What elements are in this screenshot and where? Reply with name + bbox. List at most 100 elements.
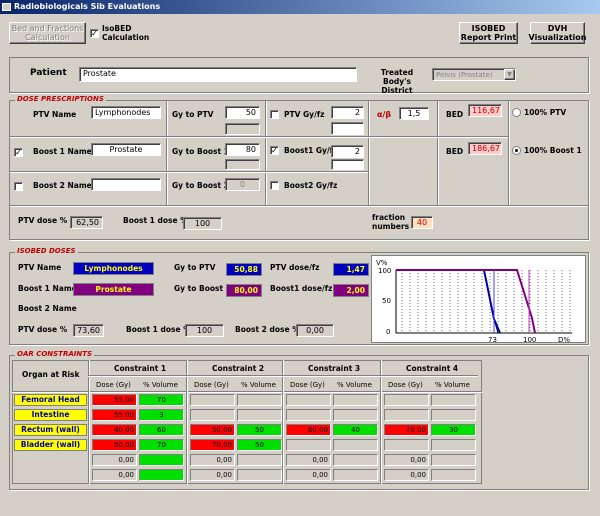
chevron-down-icon[interactable]: ▼ <box>504 69 515 80</box>
volume-cell[interactable] <box>333 439 378 451</box>
volume-cell[interactable] <box>237 469 282 481</box>
boost2-gyfz-checkbox[interactable] <box>270 181 279 190</box>
dose-cell[interactable] <box>384 439 429 451</box>
volume-cell[interactable] <box>431 454 476 466</box>
dose-cell[interactable]: 0,00 <box>92 469 137 481</box>
volume-cell[interactable]: 50 <box>237 439 282 451</box>
gy-to-boost1-label: Gy to Boost 1 <box>172 147 229 156</box>
volume-cell[interactable] <box>237 394 282 406</box>
dose-cell[interactable]: 55,00 <box>92 394 137 406</box>
volume-cell[interactable] <box>139 469 184 481</box>
isobed-report-button[interactable]: ISOBED Report Print <box>459 22 518 44</box>
boost1-name-label: Boost 1 Name <box>33 147 92 156</box>
boost2-gyfz-label: Boost2 Gy/fz <box>284 181 338 190</box>
gy-to-boost2-input[interactable]: 0 <box>225 178 260 191</box>
ptv-dose-pct-label: PTV dose % <box>18 216 68 225</box>
dose-cell[interactable] <box>384 394 429 406</box>
dose-cell[interactable]: 0,00 <box>92 454 137 466</box>
ptv-gyfz-checkbox[interactable] <box>270 110 279 119</box>
radio-100-ptv[interactable] <box>512 108 521 117</box>
dose-cell[interactable]: 60,00 <box>286 424 331 436</box>
dvh-ylabel: V% <box>376 259 388 267</box>
volume-cell[interactable] <box>333 409 378 421</box>
dose-cell[interactable]: 50,00 <box>190 424 235 436</box>
dvh-visualization-button[interactable]: DVH Visualization <box>529 22 586 44</box>
alpha-beta-input[interactable]: 1,5 <box>399 107 429 120</box>
organ-name[interactable]: Intestine <box>14 409 87 421</box>
volume-header: % Volume <box>337 381 372 389</box>
boost1-checkbox[interactable]: ✓ <box>14 148 23 157</box>
dose-cell[interactable] <box>384 409 429 421</box>
volume-header: % Volume <box>435 381 470 389</box>
iso-ptv-dosefz-value: 1,47 <box>333 263 369 276</box>
isobed-calc-checkbox[interactable]: ✓ <box>90 29 99 38</box>
bed-fractions-button[interactable]: Bed and Fractions Calculation <box>9 22 86 44</box>
volume-cell[interactable] <box>237 454 282 466</box>
iso-boost1-dosefz-label: Boost1 dose/fz <box>270 284 333 293</box>
gy-to-boost1-input[interactable]: 80 <box>225 143 260 156</box>
organ-name[interactable]: Rectum (wall) <box>14 424 87 436</box>
dose-cell[interactable]: 0,00 <box>286 469 331 481</box>
organ-name[interactable]: Femoral Head <box>14 394 87 406</box>
dose-cell[interactable]: 70,00 <box>190 439 235 451</box>
boost1-gyfz-input[interactable]: 2 <box>331 145 364 158</box>
volume-cell[interactable] <box>333 469 378 481</box>
organ-name[interactable]: Bladder (wall) <box>14 439 87 451</box>
volume-cell[interactable] <box>431 409 476 421</box>
dose-cell[interactable]: 0,00 <box>190 454 235 466</box>
dose-cell[interactable]: 50,00 <box>92 439 137 451</box>
volume-cell[interactable] <box>431 469 476 481</box>
ptv-gyfz-input[interactable]: 2 <box>331 106 364 119</box>
patient-input[interactable]: Prostate <box>79 67 357 82</box>
boost1-gyfz-extra[interactable] <box>331 159 364 170</box>
iso-boost2-name-label: Boost 2 Name <box>18 304 77 313</box>
ptv-gyfz-extra[interactable] <box>331 122 364 135</box>
volume-cell[interactable]: 70 <box>139 394 184 406</box>
dose-cell[interactable] <box>286 409 331 421</box>
dose-cell[interactable]: 0,00 <box>384 469 429 481</box>
dose-cell[interactable] <box>190 394 235 406</box>
dose-cell[interactable]: 0,00 <box>384 454 429 466</box>
radio-100-boost1[interactable] <box>512 146 521 155</box>
dose-cell[interactable]: 0,00 <box>190 469 235 481</box>
boost1-dose-pct-value: 100 <box>183 217 222 230</box>
dvh-xtick-100: 100 <box>523 336 536 342</box>
gy-to-ptv-input[interactable]: 50 <box>225 106 260 119</box>
dose-cell[interactable]: 0,00 <box>286 454 331 466</box>
iso-ptv-name-label: PTV Name <box>18 263 62 272</box>
ptv-name-label: PTV Name <box>33 110 77 119</box>
iso-ptv-name-value: Lymphonodes <box>73 262 154 275</box>
volume-cell[interactable]: 60 <box>139 424 184 436</box>
volume-cell[interactable] <box>333 454 378 466</box>
dose-cell[interactable] <box>286 394 331 406</box>
volume-cell[interactable]: 30 <box>431 424 476 436</box>
dvh-ytick-0: 0 <box>386 328 390 336</box>
bed-label: BED <box>446 110 464 119</box>
dose-cell[interactable]: 55,00 <box>92 409 137 421</box>
title-bar: Radiobiologicals Sib Evaluations <box>0 0 600 14</box>
dose-cell[interactable] <box>190 409 235 421</box>
volume-cell[interactable]: 3 <box>139 409 184 421</box>
ptv-gyfz-label: PTV Gy/fz <box>284 110 325 119</box>
dose-cell[interactable]: 40,00 <box>92 424 137 436</box>
ptv-name-input[interactable]: Lymphonodes <box>91 106 161 119</box>
volume-cell[interactable] <box>237 409 282 421</box>
volume-cell[interactable] <box>431 394 476 406</box>
boost2-name-input[interactable] <box>91 178 161 191</box>
volume-cell[interactable] <box>431 439 476 451</box>
volume-cell[interactable]: 50 <box>237 424 282 436</box>
volume-header: % Volume <box>241 381 276 389</box>
boost2-checkbox[interactable] <box>14 182 23 191</box>
dvh-ytick-50: 50 <box>382 297 391 305</box>
boost1-gyfz-checkbox[interactable]: ✓ <box>270 146 279 155</box>
dose-cell[interactable] <box>286 439 331 451</box>
boost1-name-input[interactable]: Prostate <box>91 143 161 156</box>
volume-cell[interactable]: 70 <box>139 439 184 451</box>
divider <box>10 136 368 137</box>
volume-cell[interactable]: 40 <box>333 424 378 436</box>
volume-cell[interactable] <box>139 454 184 466</box>
volume-cell[interactable] <box>333 394 378 406</box>
divider <box>166 101 167 206</box>
oar-title: OAR CONSTRAINTS <box>15 350 95 358</box>
dose-cell[interactable]: 70,00 <box>384 424 429 436</box>
